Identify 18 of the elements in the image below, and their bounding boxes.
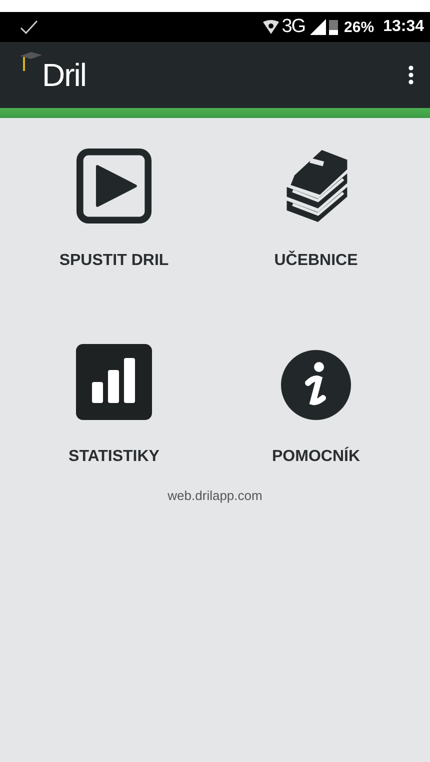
menu-tile[interactable]: SPUSTIT DRIL bbox=[14, 148, 214, 270]
signal-icon bbox=[310, 19, 326, 35]
menu-tile[interactable]: UČEBNICE bbox=[216, 148, 416, 270]
network-type: 3G bbox=[282, 16, 306, 38]
battery-percent: 26% bbox=[344, 18, 374, 36]
more-icon bbox=[408, 65, 414, 85]
graduation-cap-icon bbox=[20, 50, 42, 72]
signal-boost-icon bbox=[262, 20, 279, 34]
play-icon bbox=[75, 148, 153, 224]
battery-icon bbox=[329, 19, 338, 35]
check-icon bbox=[20, 20, 38, 34]
menu-tile[interactable]: STATISTIKY bbox=[14, 344, 214, 466]
app-title: Dril bbox=[42, 56, 86, 94]
clock: 13:34 bbox=[383, 18, 424, 36]
menu-tile[interactable]: POMOCNÍK bbox=[216, 344, 416, 466]
bar-chart-icon bbox=[76, 344, 152, 420]
website-link[interactable]: web.drilapp.com bbox=[168, 488, 262, 503]
info-icon bbox=[281, 350, 351, 420]
